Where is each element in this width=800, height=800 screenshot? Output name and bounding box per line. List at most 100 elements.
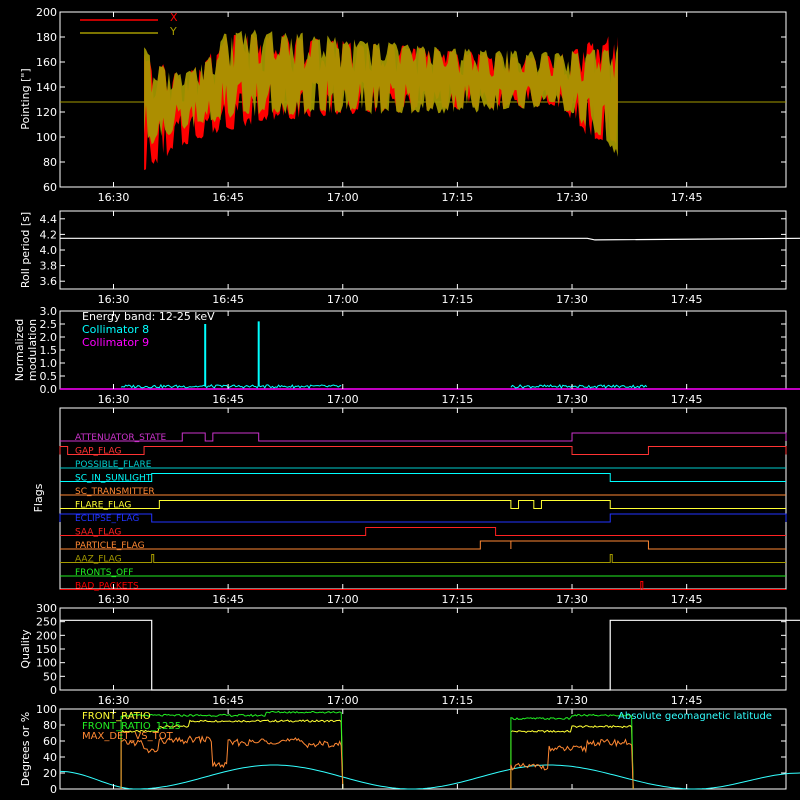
pointing-ytick-label: 200 (36, 6, 57, 19)
ratios-ytick-label: 80 (43, 719, 57, 732)
modulation-xtick-label: 16:30 (98, 393, 130, 406)
quality-ytick-label: 300 (36, 602, 57, 615)
modulation-xtick-label: 17:30 (556, 393, 588, 406)
panel-ratios: Degrees or % 020406080100 FRONT_RATIO FR… (19, 703, 800, 796)
pointing-ytick-label: 140 (36, 81, 57, 94)
modulation-ylabel-line1: Normalized (13, 319, 26, 381)
pointing-ylabel: Pointing ["] (19, 68, 32, 129)
flag-label-sc-transmitter: SC_TRANSMITTER (75, 487, 155, 497)
roll-frame (59, 210, 787, 290)
quality-xtick-label: 17:00 (327, 694, 359, 707)
flag-line-gap-flag (59, 446, 787, 455)
flags-xtick-label: 16:45 (212, 593, 244, 606)
quality-ytick-label: 200 (36, 629, 57, 642)
roll-xtick-label: 17:15 (442, 293, 474, 306)
modulation-xtick-label: 16:45 (212, 393, 244, 406)
legend-energy-band: Energy band: 12-25 keV (82, 310, 215, 323)
roll-ytick-label: 4.4 (40, 213, 58, 226)
pointing-series-y (144, 29, 618, 157)
roll-ytick-label: 3.8 (40, 260, 58, 273)
roll-xtick-label: 16:45 (212, 293, 244, 306)
pointing-ytick-label: 160 (36, 56, 57, 69)
roll-xtick-label: 17:45 (671, 293, 703, 306)
ratios-ylabel: Degrees or % (19, 712, 32, 786)
quality-ytick-label: 250 (36, 616, 57, 629)
roll-ytick-label: 4.2 (40, 228, 58, 241)
flag-line-particle-flag (60, 540, 786, 550)
pointing-ytick-label: 80 (43, 156, 57, 169)
flag-line-attenuator-state (60, 432, 787, 442)
flag-line-flare-flag (60, 500, 786, 509)
quality-ytick-label: 50 (43, 670, 57, 683)
ratios-ytick-label: 60 (43, 735, 57, 748)
roll-xtick-label: 16:30 (98, 293, 130, 306)
flags-xtick-label: 16:30 (98, 593, 130, 606)
flags-ylabel: Flags (32, 483, 45, 512)
pointing-ytick-label: 180 (36, 31, 57, 44)
flag-line-sc-in-sunlight (60, 473, 786, 482)
flag-label-gap-flag: GAP_FLAG (75, 447, 121, 457)
modulation-ytick-label: 1.0 (40, 357, 58, 370)
quality-xtick-label: 16:45 (212, 694, 244, 707)
legend-label-x: X (170, 11, 178, 24)
modulation-ytick-label: 3.0 (40, 305, 58, 318)
panel-quality: Quality 050100150200250300 (19, 602, 800, 697)
modulation-xtick-label: 17:00 (327, 393, 359, 406)
ratios-ytick-label: 20 (43, 767, 57, 780)
quality-xtick-label: 16:30 (98, 694, 130, 707)
quality-line (60, 619, 800, 691)
legend-collimator-9: Collimator 9 (82, 336, 149, 349)
modulation-ytick-label: 0.0 (40, 383, 58, 396)
modulation-ylabel-line2: modulation (26, 319, 39, 381)
modulation-ytick-label: 2.5 (40, 318, 58, 331)
roll-ylabel: Roll period [s] (19, 212, 32, 288)
quality-ylabel: Quality (19, 629, 32, 669)
roll-period-line (60, 237, 800, 241)
quality-xtick-label: 17:45 (671, 694, 703, 707)
figure: Pointing ["] 6080100120140160180200 X Y … (13, 6, 800, 796)
legend-label-y: Y (169, 25, 177, 38)
pointing-xtick-label: 17:45 (671, 191, 703, 204)
flags-frame (59, 407, 787, 590)
flag-label-possible-flare: POSSIBLE_FLARE (75, 460, 152, 470)
panel-modulation: Normalized modulation 0.00.51.01.52.02.5… (13, 305, 800, 396)
pointing-legend: X Y (80, 11, 178, 38)
roll-plot: 3.6 3.8 4.0 4.2 4.4 (40, 213, 800, 288)
flags-xtick-label: 17:15 (442, 593, 474, 606)
panel-roll: Roll period [s] 3.6 3.8 4.0 4.2 4.4 (19, 210, 800, 290)
collimator-8-segment (120, 383, 342, 389)
modulation-xtick-label: 17:15 (442, 393, 474, 406)
flag-line-eclipse-flag (59, 513, 787, 523)
roll-ytick-label: 3.6 (40, 275, 58, 288)
flags-xtick-label: 17:45 (671, 593, 703, 606)
quality-ytick-label: 150 (36, 643, 57, 656)
flag-label-flare-flag: FLARE_FLAG (75, 501, 131, 511)
flags-xtick-label: 17:30 (556, 593, 588, 606)
pointing-xtick-label: 17:30 (556, 191, 588, 204)
geomagnetic-latitude-line (59, 764, 800, 790)
roll-xtick-label: 17:30 (556, 293, 588, 306)
roll-ytick-label: 4.0 (40, 244, 58, 257)
panel-pointing: Pointing ["] 60 80 100 120 140 160 180 200 X Y (19, 6, 787, 194)
pointing-xtick-label: 16:30 (98, 191, 130, 204)
modulation-ytick-label: 1.5 (40, 344, 58, 357)
flag-label-aaz-flag: AAZ_FLAG (75, 555, 122, 565)
ratio-series-front-ratio (510, 724, 634, 790)
pointing-xtick-label: 17:00 (327, 191, 359, 204)
flag-line-bad-packets (60, 581, 786, 590)
flag-label-particle-flag: PARTICLE_FLAG (75, 541, 145, 551)
ratios-ytick-label: 0 (50, 783, 57, 796)
pointing-plot: 60 80 100 120 140 160 180 200 (36, 6, 786, 194)
flag-label-saa-flag: SAA_FLAG (75, 528, 121, 538)
pointing-ytick-label: 100 (36, 131, 57, 144)
quality-plot: 050100150200250300 (36, 602, 800, 697)
modulation-ytick-label: 2.0 (40, 331, 58, 344)
ratios-ytick-label: 100 (36, 703, 57, 716)
quality-ytick-label: 100 (36, 657, 57, 670)
flag-line-saa-flag (60, 527, 786, 536)
collimator-8-segment (510, 383, 648, 390)
flag-label-fronts-off: FRONTS_OFF (75, 568, 133, 578)
flag-label-sc-in-sunlight: SC_IN_SUNLIGHT (75, 474, 152, 484)
quality-xtick-label: 17:15 (442, 694, 474, 707)
roll-xtick-label: 17:00 (327, 293, 359, 306)
